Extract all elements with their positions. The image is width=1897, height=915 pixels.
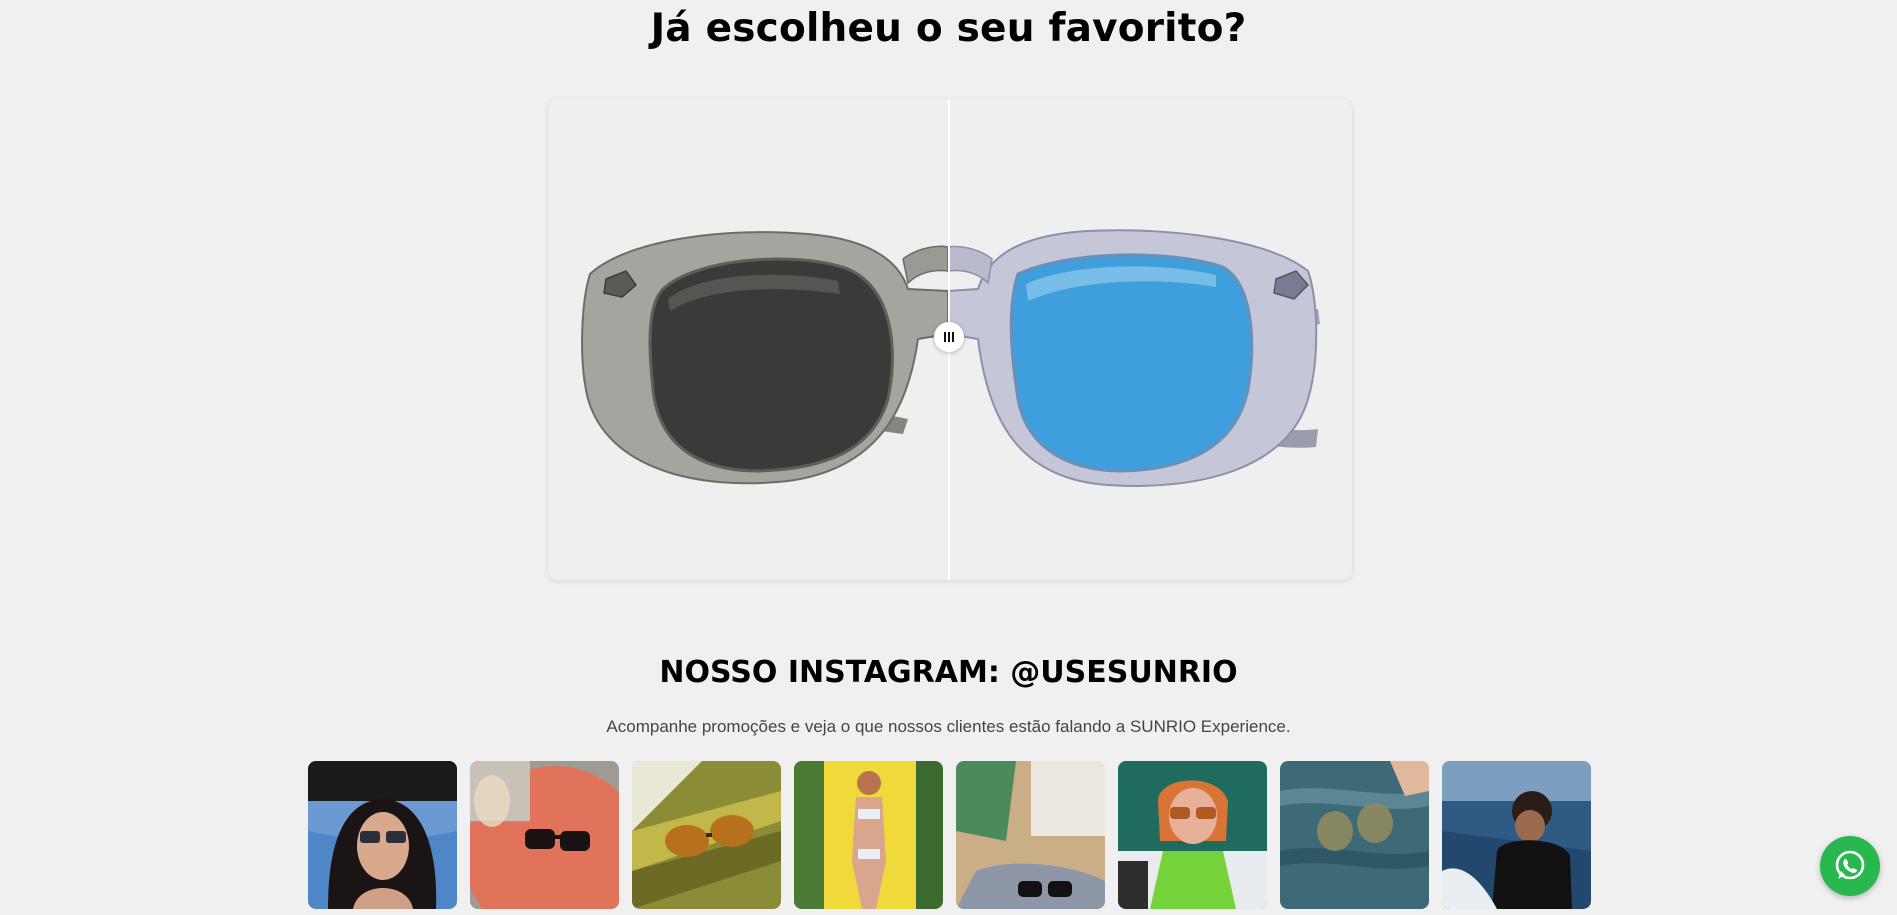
instagram-title: NOSSO INSTAGRAM: @USESUNRIO <box>659 655 1238 690</box>
instagram-feed <box>308 761 1591 909</box>
drag-handle-icon[interactable] <box>934 322 964 352</box>
instagram-subtitle: Acompanhe promoções e veja o que nossos … <box>606 717 1291 736</box>
right-sunglasses-half <box>948 229 1320 487</box>
page: Já escolheu o seu favorito? NOSSO INSTAG… <box>0 0 1897 915</box>
instagram-post-5[interactable] <box>956 761 1105 909</box>
instagram-post-3[interactable] <box>632 761 781 909</box>
whatsapp-icon[interactable] <box>1820 836 1880 896</box>
before-after-slider[interactable] <box>548 99 1352 580</box>
instagram-post-2[interactable] <box>470 761 619 909</box>
left-sunglasses-half <box>581 231 948 485</box>
instagram-post-7[interactable] <box>1280 761 1429 909</box>
instagram-post-1[interactable] <box>308 761 457 909</box>
instagram-post-4[interactable] <box>794 761 943 909</box>
instagram-post-8[interactable] <box>1442 761 1591 909</box>
section-headline: Já escolheu o seu favorito? <box>650 6 1247 51</box>
instagram-post-6[interactable] <box>1118 761 1267 909</box>
